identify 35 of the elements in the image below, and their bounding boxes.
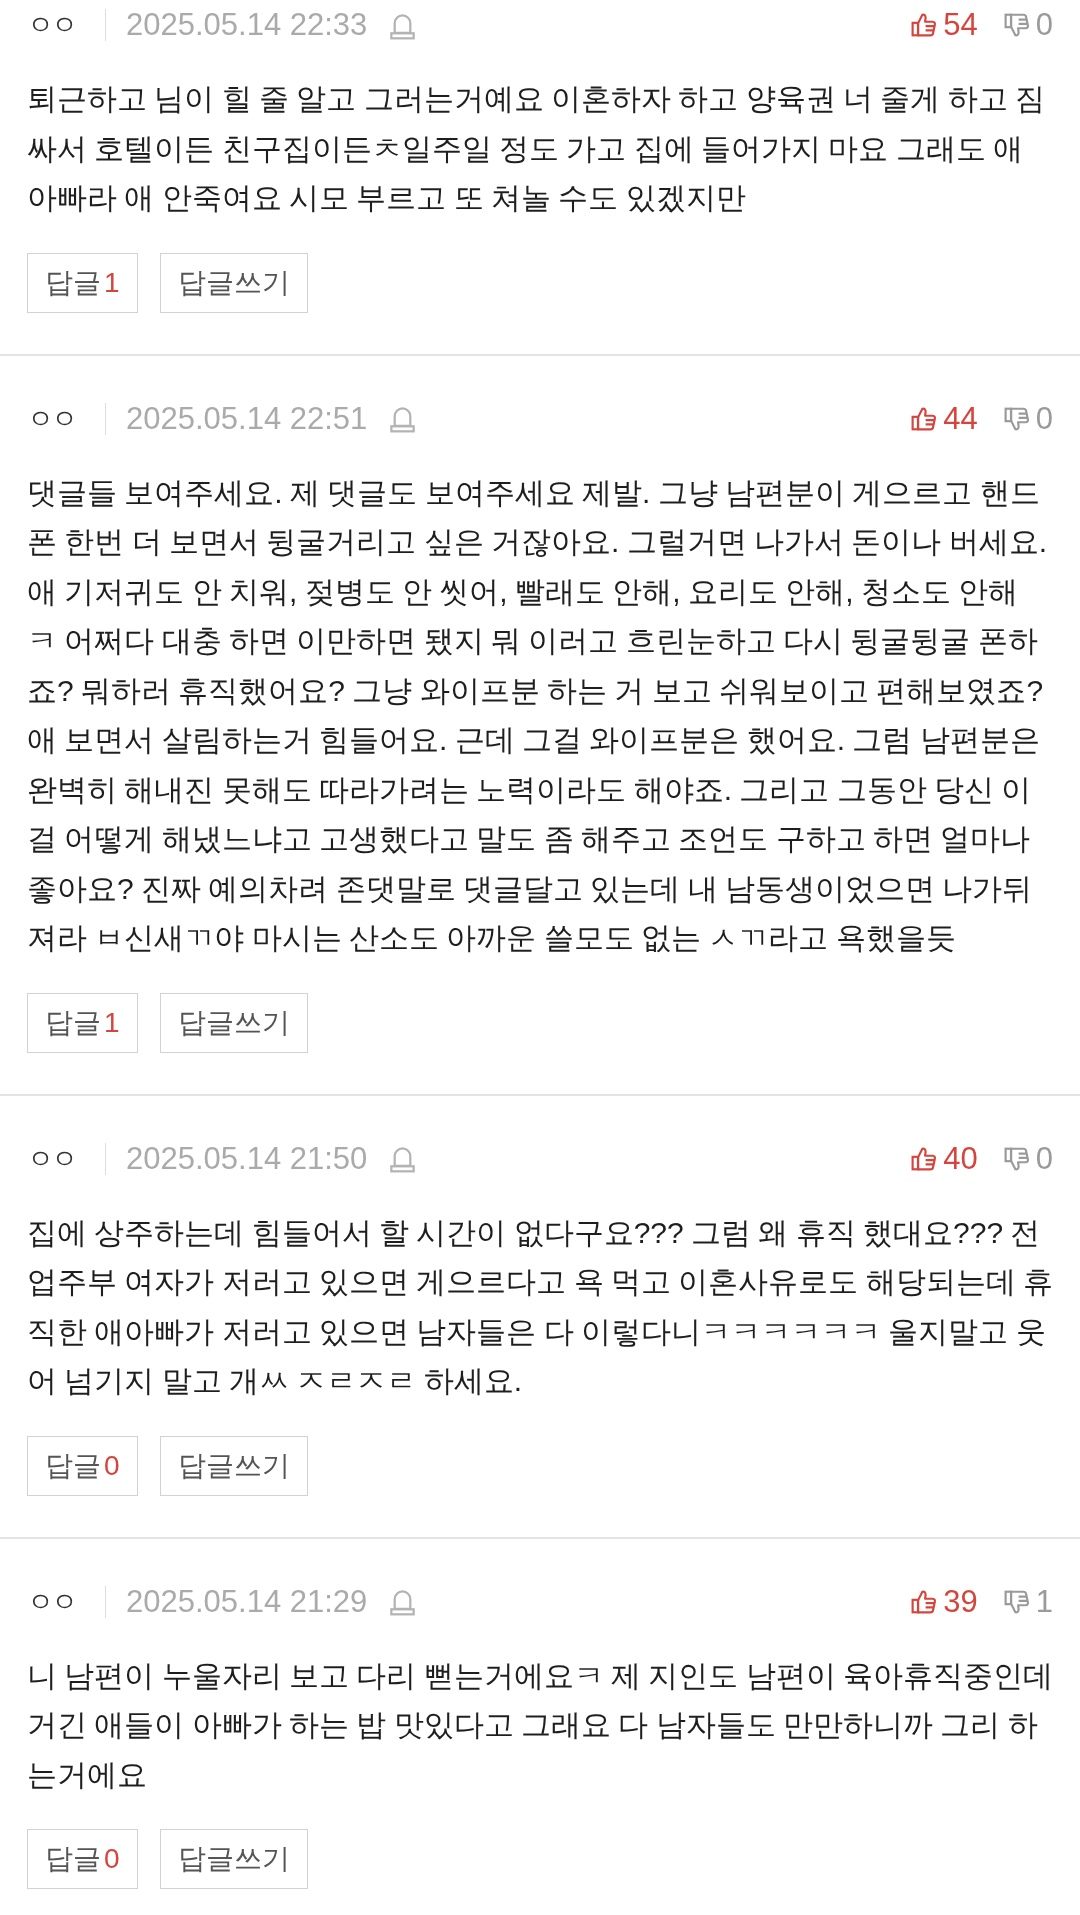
comment-date: 2025.05.14 22:51 <box>126 400 368 437</box>
comment-text: 댓글들 보여주세요. 제 댓글도 보여주세요 제발. 그냥 남편분이 게으르고 핸드폰 한번 더 보면서 뒹굴거리고 싶은 거잖아요. 그럴거면 나가서 돈이나 버세요. 애 기저귀도 안 치워, 젖병도 안 씻어, 빨래도 안해, 요리도 안해, 청소도 안해 ㅋ 어쩌다 대충 하면 이만하면 됐지 뭐 이러고 흐린눈하고 다시 뒹굴뒹굴 폰하죠? 뭐하러 휴직했어요? 그냥 와이프분 하는 거 보고 쉬워보이고 편해보였죠? 애 보면서 살림하는거 힘들어요. 근데 그걸 와이프분은 했어요. 그럼 남편분은 완벽히 해내진 못해도 따라가려는 노력이라도 해야죠. 그리고 그동안 당신 이걸 어떻게 해냈느냐고 고생했다고 말도 좀 해주고 조언도 구하고 하면 얼마나 좋아요? 진짜 예의차려 존댓말로 댓글달고 있는데 내 남동생이었으면 나가뒤져라 ㅂ신새ㄲ야 마시는 산소도 아까운 쓸모도 없는 ㅅㄲ라고 욕했을듯 <box>27 474 1049 956</box>
like-button[interactable]: 40 <box>911 1140 978 1177</box>
reply-button[interactable]: 답글 0 <box>27 1829 138 1889</box>
reply-button[interactable]: 답글 0 <box>27 1435 138 1496</box>
like-button[interactable]: 39 <box>911 1583 978 1620</box>
thumbs-up-icon <box>911 1588 938 1615</box>
write-reply-button[interactable]: 답글쓰기 <box>159 252 308 313</box>
author-name: ㅇㅇ <box>27 1585 75 1619</box>
comment-date: 2025.05.14 21:29 <box>126 1583 368 1620</box>
siren-icon <box>389 1144 417 1173</box>
comment-text: 퇴근하고 님이 힐 줄 알고 그러는거예요 이혼하자 하고 양육권 너 줄게 하고 짐 싸서 호텔이든 친구집이든ㅊ일주일 정도 가고 집에 들어가지 마요 그래도 애 아빠라 애 안죽여요 시모 부르고 또 쳐놀 수도 있겠지만 <box>27 81 1047 216</box>
author-name: ㅇㅇ <box>27 9 75 42</box>
like-button[interactable]: 54 <box>911 7 978 43</box>
thumbs-up-icon <box>911 405 938 432</box>
comment-text: 집에 상주하는데 힘들어서 할 시간이 없다구요??? 그럼 왜 휴직 했대요??? 전업주부 여자가 저러고 있으면 게으르다고 욕 먹고 이혼사유로도 해당되는데 휴직한 애아빠가 저러고 있으면 남자들은 다 이렇다니ㅋㅋㅋㅋㅋㅋ 울지말고 웃어 넘기지 말고 개ㅆ ㅈㄹㅈㄹ 하세요. <box>27 1214 1053 1399</box>
reply-button[interactable]: 답글 1 <box>27 992 138 1053</box>
write-reply-button[interactable]: 답글쓰기 <box>159 992 308 1053</box>
thumbs-down-icon <box>1003 1588 1030 1615</box>
comment-text: 니 남편이 누울자리 보고 다리 뻗는거에요ㅋ 제 지인도 남편이 육아휴직중인데 거긴 애들이 아빠가 하는 밥 맛있다고 그래요 다 남자들도 만만하니까 그리 하는거에요 <box>27 1657 1053 1793</box>
thumbs-down-icon <box>1003 12 1030 38</box>
reply-button[interactable]: 답글 1 <box>27 252 138 313</box>
thumbs-down-icon <box>1003 1145 1030 1172</box>
siren-icon <box>389 404 417 433</box>
comment-date: 2025.05.14 22:33 <box>126 7 368 43</box>
author-name: ㅇㅇ <box>27 402 75 436</box>
siren-icon <box>389 1587 417 1616</box>
thumbs-down-icon <box>1003 405 1030 432</box>
thumbs-up-icon <box>911 12 938 38</box>
comment-date: 2025.05.14 21:50 <box>126 1140 368 1177</box>
thumbs-up-icon <box>911 1145 938 1172</box>
write-reply-button[interactable]: 답글쓰기 <box>159 1829 308 1889</box>
like-button[interactable]: 44 <box>911 400 978 437</box>
write-reply-button[interactable]: 답글쓰기 <box>159 1435 308 1496</box>
author-name: ㅇㅇ <box>27 1142 75 1176</box>
